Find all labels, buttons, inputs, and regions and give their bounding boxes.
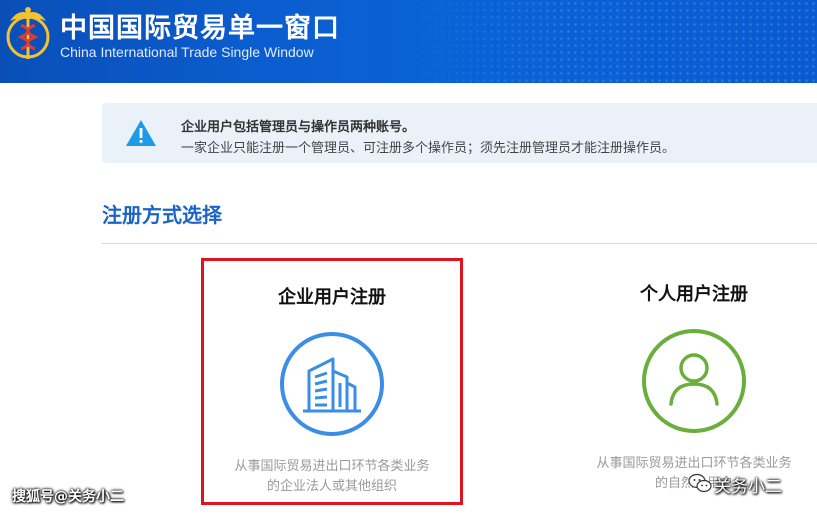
notice-text: 一家企业只能注册一个管理员、可注册多个操作员；须先注册管理员才能注册操作员。 (181, 141, 676, 156)
building-icon[interactable] (279, 331, 385, 437)
person-icon[interactable] (641, 328, 747, 434)
card-description: 从事国际贸易进出口环节各类业务 的企业法人或其他组织 (204, 457, 460, 497)
wechat-icon (688, 473, 712, 493)
card-title[interactable]: 个人用户注册 (563, 280, 817, 306)
card-description-line: 的企业法人或其他组织 (266, 479, 397, 494)
card-description-line: 从事国际贸易进出口环节各类业务 (596, 456, 792, 471)
notice-heading: 企业用户包括管理员与操作员两种账号。 (181, 120, 416, 135)
section-title: 注册方式选择 (102, 203, 222, 227)
site-header: 中国国际贸易单一窗口 China International Trade Sin… (0, 0, 817, 83)
enterprise-register-card[interactable]: 企业用户注册 从事国际贸易进出口环节各类业务 的企业法人或其他组织 (201, 258, 463, 505)
card-title[interactable]: 企业用户注册 (204, 283, 460, 309)
card-description-line: 从事国际贸易进出口环节各类业务 (234, 459, 430, 474)
notice-banner: 企业用户包括管理员与操作员两种账号。 一家企业只能注册一个管理员、可注册多个操作… (102, 103, 817, 163)
section-divider (102, 243, 817, 244)
wechat-watermark-text: 关务小二 (714, 477, 782, 497)
customs-emblem-icon[interactable] (4, 3, 52, 63)
personal-register-card[interactable]: 个人用户注册 从事国际贸易进出口环节各类业务 的自然人用户 (563, 258, 817, 505)
site-title[interactable]: 中国国际贸易单一窗口 (60, 6, 340, 45)
sohu-watermark: 搜狐号@关务小二 (12, 489, 124, 505)
site-subtitle: China International Trade Single Window (60, 44, 314, 60)
warning-icon (126, 120, 156, 146)
header-dot-map (397, 0, 817, 83)
